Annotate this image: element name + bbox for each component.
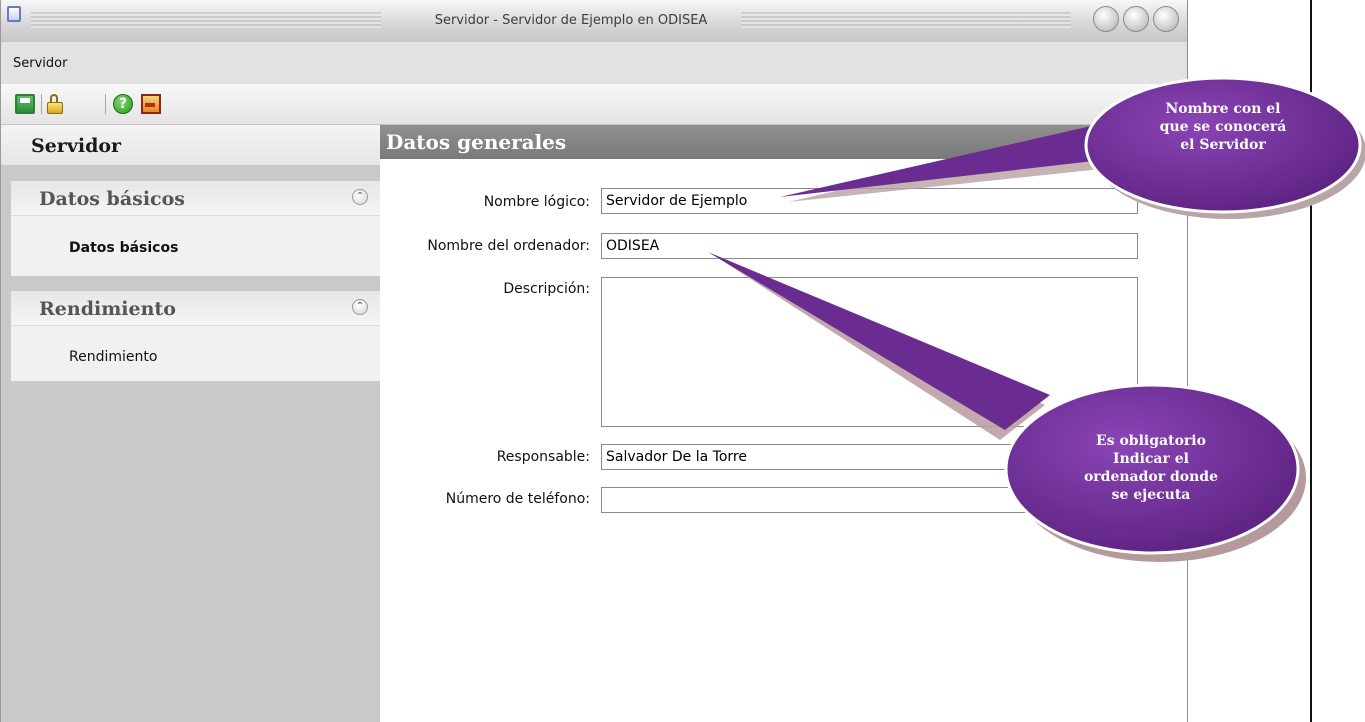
callout-line: que se conocerá: [1159, 119, 1287, 135]
callout-top-text: Nombre con el que se conocerá el Servido…: [1128, 100, 1318, 154]
callout-bottom-text: Es obligatorio Indicar el ordenador dond…: [1056, 432, 1246, 504]
callout-top-pointer: [780, 124, 1120, 197]
callout-bottom-pointer: [708, 252, 1050, 430]
callout-line: el Servidor: [1180, 137, 1266, 153]
callout-line: ordenador donde: [1083, 469, 1219, 485]
callout-line: Indicar el: [1113, 451, 1189, 467]
callout-line: Nombre con el: [1165, 101, 1281, 117]
callout-line: se ejecuta: [1111, 487, 1191, 503]
callout-line: Es obligatorio: [1096, 433, 1206, 449]
